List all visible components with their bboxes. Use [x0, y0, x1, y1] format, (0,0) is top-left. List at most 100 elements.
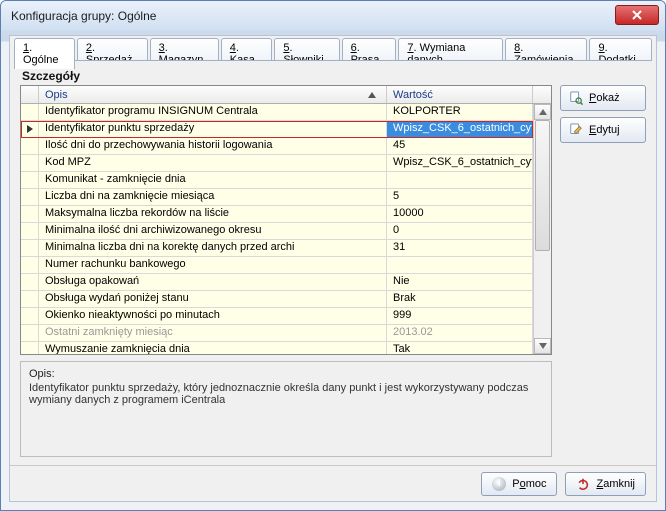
table-row[interactable]: Minimalna liczba dni na korektę danych p…: [21, 240, 533, 257]
column-scroll-spacer: [533, 86, 551, 103]
cell-desc: Minimalna liczba dni na korektę danych p…: [39, 240, 387, 256]
window-close-button[interactable]: [615, 5, 659, 25]
table-row[interactable]: Maksymalna liczba rekordów na liście1000…: [21, 206, 533, 223]
table-row[interactable]: Ilość dni do przechowywania historii log…: [21, 138, 533, 155]
edit-label: Edytuj: [589, 124, 620, 136]
pencil-paper-icon: [569, 123, 583, 137]
cell-desc: Ostatni zamknięty miesiąc: [39, 325, 387, 341]
window-title: Konfiguracja grupy: Ogólne: [7, 9, 156, 23]
description-text: Identyfikator punktu sprzedaży, który je…: [29, 382, 543, 406]
column-desc[interactable]: Opis: [39, 86, 387, 103]
cell-desc: Maksymalna liczba rekordów na liście: [39, 206, 387, 222]
table-row[interactable]: Numer rachunku bankowego: [21, 257, 533, 274]
cell-desc: Komunikat - zamknięcie dnia: [39, 172, 387, 188]
sort-asc-icon: [368, 92, 376, 98]
row-marker: [21, 342, 39, 354]
chevron-down-icon: [539, 343, 547, 349]
column-desc-label: Opis: [45, 89, 68, 101]
close-button[interactable]: Zamknij: [565, 472, 646, 496]
grid-body: Identyfikator programu INSIGNUM Centrala…: [21, 104, 533, 354]
row-marker: [21, 257, 39, 273]
table-row[interactable]: Okienko nieaktywności po minutach999: [21, 308, 533, 325]
row-marker: [21, 223, 39, 239]
client-area: 1. Ogólne2. Sprzedaż3. Magazyn4. Kasa5. …: [9, 35, 657, 502]
row-marker: [21, 138, 39, 154]
cell-value[interactable]: [387, 257, 533, 273]
dialog-button-bar: i Pomoc Zamknij: [10, 465, 656, 501]
row-marker: [21, 308, 39, 324]
cell-desc: Obsługa opakowań: [39, 274, 387, 290]
info-icon: i: [492, 477, 506, 491]
tab-content: Szczegóły Opis Wartość Identyfikator pro…: [14, 60, 652, 463]
close-label: Zamknij: [596, 478, 635, 490]
show-button[interactable]: Pokaż: [560, 85, 646, 111]
cell-desc: Identyfikator punktu sprzedaży: [39, 121, 387, 137]
scroll-thumb[interactable]: [535, 120, 550, 251]
description-title: Opis:: [29, 368, 543, 380]
cell-value[interactable]: KOLPORTER: [387, 104, 533, 120]
column-value-label: Wartość: [393, 89, 433, 101]
grid-scrollbar[interactable]: [533, 104, 551, 354]
row-marker: [21, 104, 39, 120]
cell-desc: Numer rachunku bankowego: [39, 257, 387, 273]
dialog-window: Konfiguracja grupy: Ogólne 1. Ogólne2. S…: [0, 0, 666, 511]
scroll-down-button[interactable]: [534, 338, 551, 354]
edit-button[interactable]: Edytuj: [560, 117, 646, 143]
row-marker: [21, 206, 39, 222]
table-row[interactable]: Ostatni zamknięty miesiąc2013.02: [21, 325, 533, 342]
scroll-track[interactable]: [534, 120, 551, 338]
table-row[interactable]: Komunikat - zamknięcie dnia: [21, 172, 533, 189]
table-row[interactable]: Obsługa wydań poniżej stanuBrak: [21, 291, 533, 308]
settings-grid[interactable]: Opis Wartość Identyfikator programu INSI…: [20, 85, 552, 355]
close-icon: [631, 9, 643, 21]
table-row[interactable]: Minimalna ilość dni archiwizowanego okre…: [21, 223, 533, 240]
cell-desc: Kod MPZ: [39, 155, 387, 171]
power-icon: [576, 477, 590, 491]
magnifier-paper-icon: [569, 91, 583, 105]
cell-desc: Ilość dni do przechowywania historii log…: [39, 138, 387, 154]
cell-value[interactable]: Wpisz_CSK_6_ostatnich_cyfr: [387, 155, 533, 171]
cell-value[interactable]: 0: [387, 223, 533, 239]
row-marker: [21, 121, 39, 137]
side-buttons: Pokaż Edytuj: [560, 85, 646, 143]
row-marker: [21, 172, 39, 188]
current-row-icon: [27, 125, 33, 133]
cell-value[interactable]: 2013.02: [387, 325, 533, 341]
column-value[interactable]: Wartość: [387, 86, 533, 103]
cell-value[interactable]: 5: [387, 189, 533, 205]
cell-value[interactable]: 45: [387, 138, 533, 154]
cell-desc: Obsługa wydań poniżej stanu: [39, 291, 387, 307]
row-marker: [21, 155, 39, 171]
cell-value[interactable]: Tak: [387, 342, 533, 354]
cell-value[interactable]: 10000: [387, 206, 533, 222]
table-row[interactable]: Kod MPZWpisz_CSK_6_ostatnich_cyfr: [21, 155, 533, 172]
cell-desc: Identyfikator programu INSIGNUM Centrala: [39, 104, 387, 120]
table-row[interactable]: Identyfikator programu INSIGNUM Centrala…: [21, 104, 533, 121]
cell-desc: Liczba dni na zamknięcie miesiąca: [39, 189, 387, 205]
cell-value[interactable]: Nie: [387, 274, 533, 290]
cell-value[interactable]: Brak: [387, 291, 533, 307]
chevron-up-icon: [539, 109, 547, 115]
column-marker[interactable]: [21, 86, 39, 103]
row-marker: [21, 274, 39, 290]
show-label: Pokaż: [589, 92, 620, 104]
cell-value[interactable]: Wpisz_CSK_6_ostatnich_cyfr: [387, 121, 533, 137]
help-label: Pomoc: [512, 478, 546, 490]
table-row[interactable]: Identyfikator punktu sprzedażyWpisz_CSK_…: [21, 121, 533, 138]
row-marker: [21, 189, 39, 205]
cell-value[interactable]: 999: [387, 308, 533, 324]
tab-ogólne[interactable]: 1. Ogólne: [14, 38, 75, 69]
grid-header: Opis Wartość: [21, 86, 551, 104]
table-row[interactable]: Wymuszanie zamknięcia dniaTak: [21, 342, 533, 354]
cell-desc: Minimalna ilość dni archiwizowanego okre…: [39, 223, 387, 239]
cell-value[interactable]: [387, 172, 533, 188]
section-title: Szczegóły: [22, 69, 646, 83]
table-row[interactable]: Liczba dni na zamknięcie miesiąca5: [21, 189, 533, 206]
cell-value[interactable]: 31: [387, 240, 533, 256]
table-row[interactable]: Obsługa opakowańNie: [21, 274, 533, 291]
scroll-up-button[interactable]: [534, 104, 551, 120]
titlebar: Konfiguracja grupy: Ogólne: [1, 1, 665, 31]
cell-desc: Wymuszanie zamknięcia dnia: [39, 342, 387, 354]
row-marker: [21, 291, 39, 307]
help-button[interactable]: i Pomoc: [481, 472, 557, 496]
